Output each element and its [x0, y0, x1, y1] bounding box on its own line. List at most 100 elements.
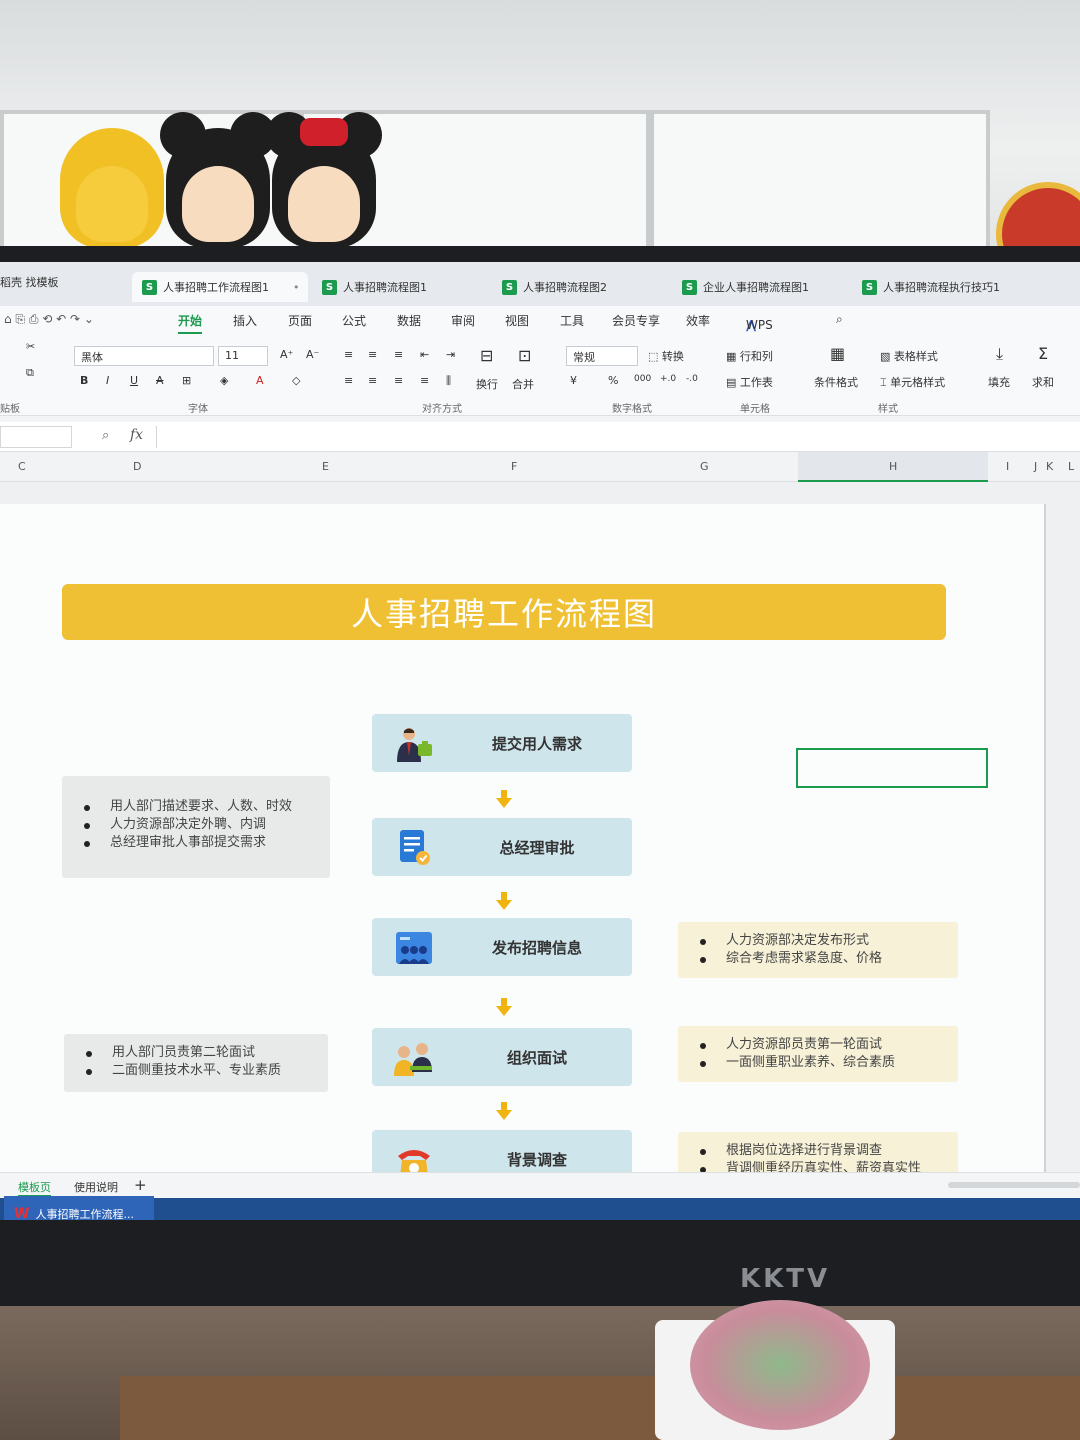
- menu-efficiency[interactable]: 效率: [686, 312, 710, 329]
- convert-button[interactable]: ⬚ 转换: [648, 348, 684, 364]
- search-icon[interactable]: ⌕: [836, 312, 843, 327]
- horizontal-scrollbar[interactable]: [948, 1182, 1080, 1188]
- note-publish: 人力资源部决定发布形式 综合考虑需求紧急度、价格: [678, 922, 958, 978]
- font-shrink-icon[interactable]: A⁻: [306, 348, 319, 361]
- justify-icon[interactable]: ≡: [420, 374, 429, 387]
- step-publish-recruitment[interactable]: 发布招聘信息: [372, 918, 632, 976]
- clear-format-icon[interactable]: ◇: [292, 374, 300, 387]
- italic-icon[interactable]: I: [106, 374, 109, 387]
- fill-color-icon[interactable]: ◈: [220, 374, 228, 387]
- add-sheet-button[interactable]: +: [134, 1176, 147, 1194]
- conditional-format-button[interactable]: 条件格式: [814, 374, 858, 390]
- copy-icon[interactable]: ⧉: [26, 366, 34, 380]
- spreadsheet-icon: S: [142, 279, 157, 295]
- fill-button[interactable]: 填充: [988, 374, 1010, 390]
- col-d[interactable]: D: [133, 460, 141, 473]
- menu-formula[interactable]: 公式: [342, 312, 366, 329]
- menu-view[interactable]: 视图: [505, 312, 529, 329]
- font-color-icon[interactable]: A: [256, 374, 264, 387]
- zoom-icon[interactable]: ⌕: [102, 428, 109, 443]
- decimal-decrease-icon[interactable]: -.0: [686, 374, 698, 384]
- selected-cell[interactable]: [796, 748, 988, 788]
- border-icon[interactable]: ⊞: [182, 374, 191, 387]
- merge-icon[interactable]: ⊡: [518, 346, 531, 365]
- down-arrow-icon: [496, 998, 512, 1016]
- col-k[interactable]: K: [1046, 460, 1053, 473]
- doc-tab-3[interactable]: S 人事招聘流程图2: [492, 272, 668, 302]
- quick-access-icons[interactable]: ⌂ ⎘ ⎙ ⟲ ↶ ↷ ⌄: [4, 312, 94, 327]
- cell-style-button[interactable]: ⌶ 单元格样式: [880, 374, 945, 390]
- col-e[interactable]: E: [322, 460, 329, 473]
- wrap-icon[interactable]: ⊟: [480, 346, 493, 365]
- doc-tab-2[interactable]: S 人事招聘流程图1: [312, 272, 488, 302]
- distribute-icon[interactable]: ⫼: [446, 374, 451, 388]
- menu-data[interactable]: 数据: [397, 312, 421, 329]
- col-h[interactable]: H: [889, 460, 897, 473]
- number-format-select[interactable]: 常规: [566, 346, 638, 366]
- menu-page[interactable]: 页面: [288, 312, 312, 329]
- doc-tab-4[interactable]: S 企业人事招聘流程图1: [672, 272, 848, 302]
- doc-tab-5[interactable]: S 人事招聘流程执行技巧1: [852, 272, 1080, 302]
- name-box[interactable]: [0, 426, 72, 448]
- menu-tools[interactable]: 工具: [560, 312, 584, 329]
- formula-input[interactable]: [156, 426, 1080, 448]
- font-name-select[interactable]: 黑体: [74, 346, 214, 366]
- sum-icon[interactable]: Σ: [1038, 344, 1048, 363]
- rows-cols-button[interactable]: ▦ 行和列: [726, 348, 773, 364]
- close-dot-icon[interactable]: •: [293, 281, 300, 294]
- table-style-icon: ▧: [880, 350, 891, 363]
- align-top-icon[interactable]: ≡: [344, 348, 353, 361]
- percent-icon[interactable]: %: [608, 374, 618, 387]
- group-font: 字体: [188, 404, 208, 415]
- step-label: 发布招聘信息: [491, 938, 582, 957]
- window-pane: [650, 110, 990, 250]
- menu-review[interactable]: 审阅: [451, 312, 475, 329]
- align-center-icon[interactable]: ≡: [368, 374, 377, 387]
- bold-icon[interactable]: B: [80, 374, 88, 387]
- decimal-increase-icon[interactable]: +.0: [660, 374, 676, 384]
- font-size-select[interactable]: 11: [218, 346, 268, 366]
- merge-button[interactable]: 合并: [512, 376, 534, 392]
- align-left-icon[interactable]: ≡: [344, 374, 353, 387]
- step-organize-interview[interactable]: 组织面试: [372, 1028, 632, 1086]
- font-grow-icon[interactable]: A⁺: [280, 348, 293, 361]
- taskbar-app-wps[interactable]: W 人事招聘工作流程...: [4, 1196, 154, 1220]
- underline-icon[interactable]: U: [130, 374, 138, 387]
- conditional-format-icon[interactable]: ▦: [830, 344, 845, 363]
- align-middle-icon[interactable]: ≡: [368, 348, 377, 361]
- template-tab[interactable]: 稻壳 找模板: [0, 274, 59, 290]
- fill-icon[interactable]: ⤓: [996, 344, 1003, 364]
- table-style-button[interactable]: ▧ 表格样式: [880, 348, 938, 364]
- sheet-area[interactable]: 人事招聘工作流程图 提交用人需求 总经理审批 发布招聘信息 组织面试 背景调查 …: [0, 482, 1080, 1188]
- indent-icon[interactable]: ⇤: [420, 348, 429, 361]
- sheet-tab-template[interactable]: 模板页: [18, 1179, 51, 1197]
- doc-tab-label: 人事招聘流程执行技巧1: [883, 281, 1000, 294]
- step-submit-demand[interactable]: 提交用人需求: [372, 714, 632, 772]
- align-right-icon[interactable]: ≡: [394, 374, 403, 387]
- worksheet-button[interactable]: ▤ 工作表: [726, 374, 773, 390]
- wrap-button[interactable]: 换行: [476, 376, 498, 392]
- col-i[interactable]: I: [1006, 460, 1009, 473]
- step-gm-approval[interactable]: 总经理审批: [372, 818, 632, 876]
- function-icon[interactable]: fx: [130, 427, 143, 443]
- col-j[interactable]: J: [1034, 460, 1037, 473]
- col-f[interactable]: F: [511, 460, 517, 473]
- currency-icon[interactable]: ¥: [570, 374, 577, 387]
- minnie-figurine: [266, 112, 382, 248]
- team-board-icon: [396, 932, 432, 964]
- menu-member[interactable]: 会员专享: [612, 312, 660, 329]
- strike-icon[interactable]: A: [156, 374, 164, 387]
- menu-home[interactable]: 开始: [178, 312, 203, 334]
- col-c[interactable]: C: [18, 460, 26, 473]
- thousands-icon[interactable]: 000: [634, 374, 651, 384]
- col-l[interactable]: L: [1068, 460, 1074, 473]
- menu-insert[interactable]: 插入: [233, 312, 257, 329]
- sum-button[interactable]: 求和: [1032, 374, 1054, 390]
- outdent-icon[interactable]: ⇥: [446, 348, 455, 361]
- sheet-tab-instructions[interactable]: 使用说明: [74, 1179, 118, 1195]
- cut-icon[interactable]: ✂: [26, 340, 35, 353]
- down-arrow-icon: [496, 892, 512, 910]
- align-bottom-icon[interactable]: ≡: [394, 348, 403, 361]
- doc-tab-1[interactable]: S 人事招聘工作流程图1 •: [132, 272, 308, 302]
- col-g[interactable]: G: [700, 460, 709, 473]
